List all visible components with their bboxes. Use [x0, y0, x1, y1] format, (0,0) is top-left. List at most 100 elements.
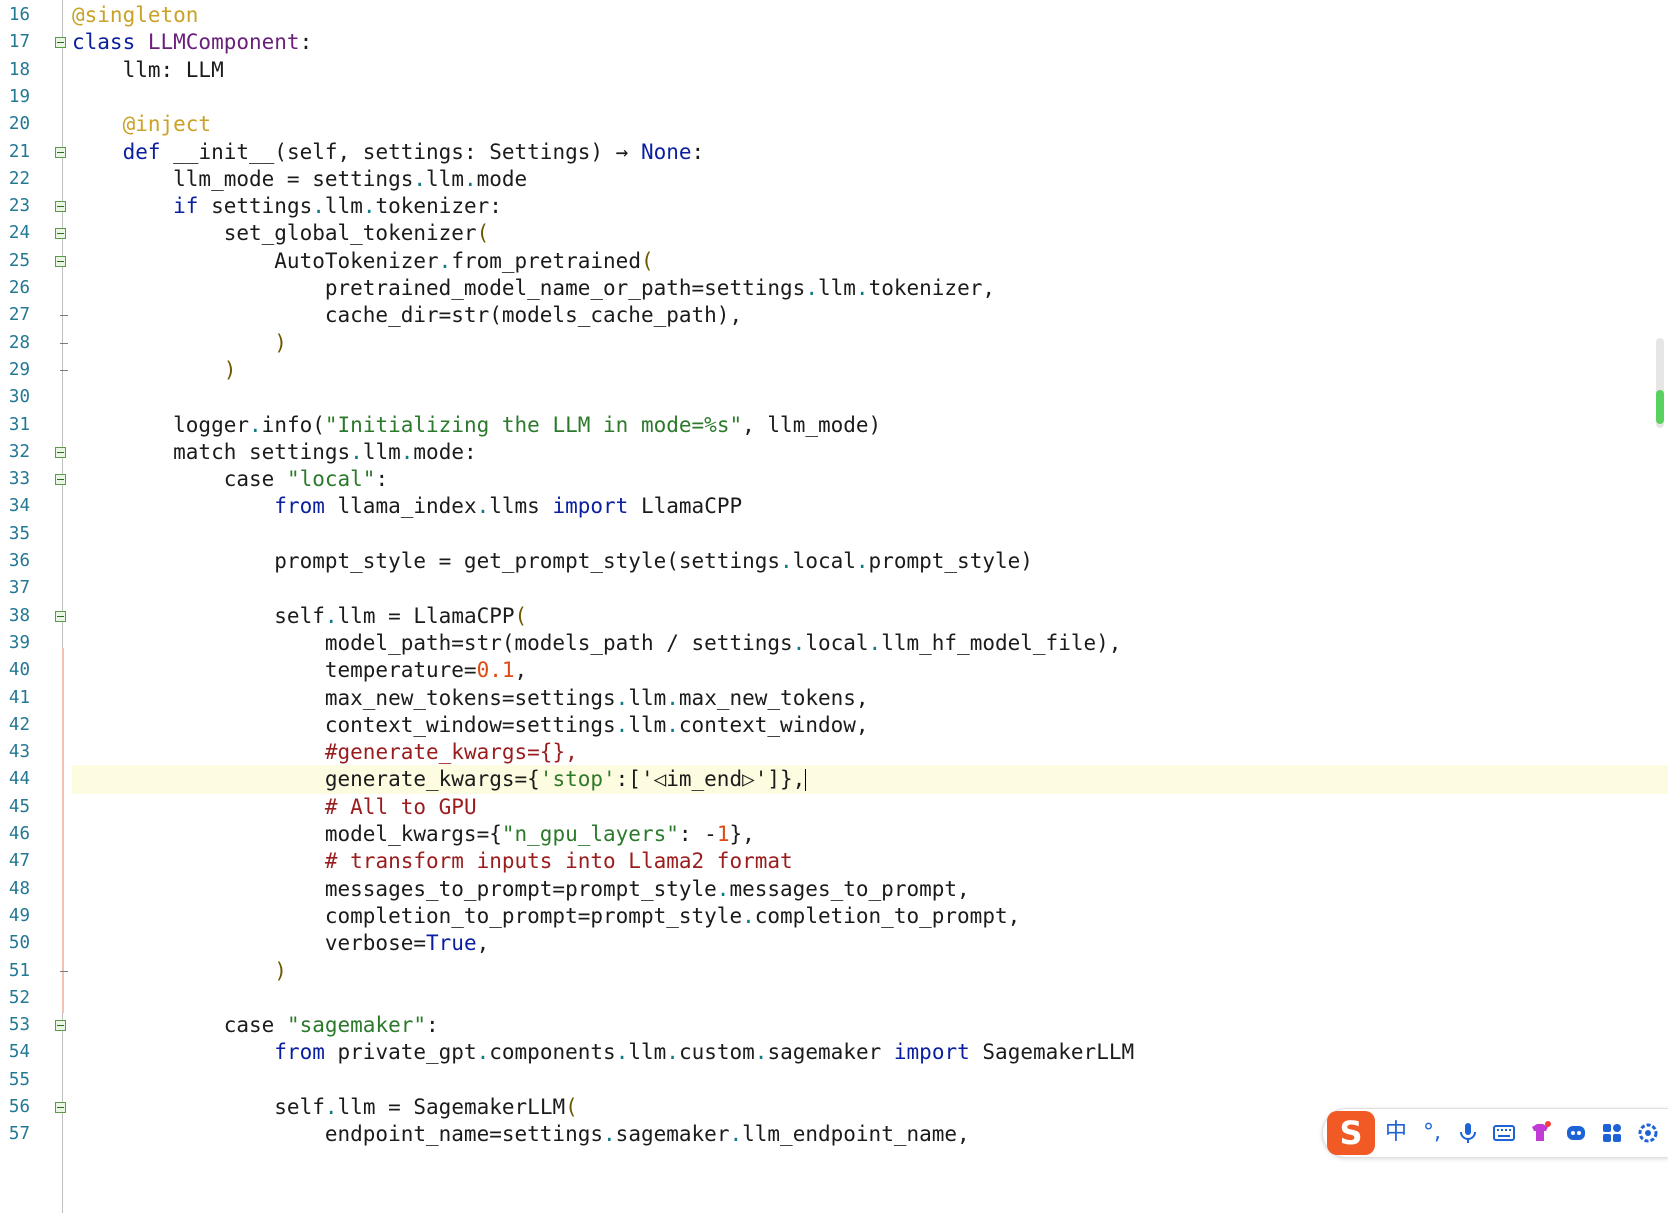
code-line[interactable]: 47 # transform inputs into Llama2 format	[0, 847, 1668, 876]
emoji-icon[interactable]	[1561, 1118, 1591, 1148]
code-line[interactable]: 21 def __init__(self, settings: Settings…	[0, 138, 1668, 167]
code-text[interactable]: @singleton	[72, 1, 1668, 30]
code-text[interactable]	[72, 83, 1668, 112]
code-text[interactable]: completion_to_prompt=prompt_style.comple…	[72, 902, 1668, 931]
code-editor[interactable]: 16 @singleton 17 class LLMComponent: 18 llm:…	[0, 0, 1668, 1213]
fold-collapse-icon[interactable]	[55, 1020, 66, 1032]
code-text[interactable]	[72, 520, 1668, 549]
code-text[interactable]	[72, 383, 1668, 412]
code-line[interactable]: 33 case "local":	[0, 465, 1668, 494]
scrollbar-thumb[interactable]	[1656, 390, 1664, 424]
code-line[interactable]: 43 #generate_kwargs={},	[0, 738, 1668, 767]
code-text[interactable]	[72, 574, 1668, 603]
code-line[interactable]: 53 case "sagemaker":	[0, 1011, 1668, 1040]
code-text[interactable]: messages_to_prompt=prompt_style.messages…	[72, 875, 1668, 904]
code-line[interactable]: 55	[0, 1066, 1668, 1095]
code-text[interactable]: set_global_tokenizer(	[72, 219, 1668, 248]
ime-logo[interactable]: S	[1327, 1111, 1375, 1155]
code-text[interactable]: cache_dir=str(models_cache_path),	[72, 301, 1668, 330]
fold-collapse-icon[interactable]	[55, 201, 66, 213]
code-line[interactable]: 26 pretrained_model_name_or_path=setting…	[0, 274, 1668, 303]
settings-icon[interactable]	[1633, 1118, 1663, 1148]
code-text[interactable]: class LLMComponent:	[72, 28, 1668, 57]
code-line[interactable]: 23 if settings.llm.tokenizer:	[0, 192, 1668, 221]
code-line[interactable]: 54 from private_gpt.components.llm.custo…	[0, 1038, 1668, 1067]
code-text[interactable]: # transform inputs into Llama2 format	[72, 847, 1668, 876]
code-line[interactable]: 24 set_global_tokenizer(	[0, 219, 1668, 248]
code-line[interactable]: 35	[0, 520, 1668, 549]
fold-collapse-icon[interactable]	[55, 255, 66, 267]
ime-punctuation-toggle[interactable]: °,	[1417, 1118, 1447, 1148]
code-line[interactable]: 39 model_path=str(models_path / settings…	[0, 629, 1668, 658]
code-line[interactable]: 42 context_window=settings.llm.context_w…	[0, 711, 1668, 740]
code-line[interactable]: 38 self.llm = LlamaCPP(	[0, 602, 1668, 631]
code-line[interactable]: 48 messages_to_prompt=prompt_style.messa…	[0, 875, 1668, 904]
code-text[interactable]: model_kwargs={"n_gpu_layers": -1},	[72, 820, 1668, 849]
code-line[interactable]: 25 AutoTokenizer.from_pretrained(	[0, 247, 1668, 276]
code-text[interactable]: def __init__(self, settings: Settings) →…	[72, 138, 1668, 167]
microphone-icon[interactable]	[1453, 1118, 1483, 1148]
code-text[interactable]: match settings.llm.mode:	[72, 438, 1668, 467]
code-line[interactable]: 27 cache_dir=str(models_cache_path),	[0, 301, 1668, 330]
skin-icon[interactable]	[1525, 1118, 1555, 1148]
code-text[interactable]: case "sagemaker":	[72, 1011, 1668, 1040]
code-text[interactable]	[72, 1066, 1668, 1095]
code-text[interactable]: from llama_index.llms import LlamaCPP	[72, 492, 1668, 521]
code-line[interactable]: 20 @inject	[0, 110, 1668, 139]
code-line[interactable]: 32 match settings.llm.mode:	[0, 438, 1668, 467]
keyboard-icon[interactable]	[1489, 1118, 1519, 1148]
code-text[interactable]: verbose=True,	[72, 929, 1668, 958]
code-text[interactable]: temperature=0.1,	[72, 656, 1668, 685]
code-line[interactable]: 50 verbose=True,	[0, 929, 1668, 958]
code-text[interactable]: from private_gpt.components.llm.custom.s…	[72, 1038, 1668, 1067]
fold-collapse-icon[interactable]	[55, 474, 66, 486]
code-line[interactable]: 19	[0, 83, 1668, 112]
code-text[interactable]: case "local":	[72, 465, 1668, 494]
code-line[interactable]: 46 model_kwargs={"n_gpu_layers": -1},	[0, 820, 1668, 849]
code-text[interactable]: pretrained_model_name_or_path=settings.l…	[72, 274, 1668, 303]
fold-collapse-icon[interactable]	[55, 1102, 66, 1113]
code-line[interactable]: 34 from llama_index.llms import LlamaCPP	[0, 492, 1668, 521]
code-line[interactable]: 29 )	[0, 356, 1668, 385]
apps-icon[interactable]	[1597, 1118, 1627, 1148]
fold-collapse-icon[interactable]	[55, 228, 66, 240]
code-text[interactable]: if settings.llm.tokenizer:	[72, 192, 1668, 221]
code-text[interactable]: context_window=settings.llm.context_wind…	[72, 711, 1668, 740]
code-text[interactable]: max_new_tokens=settings.llm.max_new_toke…	[72, 684, 1668, 713]
code-line[interactable]: 41 max_new_tokens=settings.llm.max_new_t…	[0, 684, 1668, 713]
code-line[interactable]: 49 completion_to_prompt=prompt_style.com…	[0, 902, 1668, 931]
code-line[interactable]: 31 logger.info("Initializing the LLM in …	[0, 411, 1668, 440]
code-line[interactable]: 52	[0, 984, 1668, 1013]
fold-collapse-icon[interactable]	[55, 146, 66, 158]
code-text[interactable]: llm_mode = settings.llm.mode	[72, 165, 1668, 194]
code-text[interactable]: prompt_style = get_prompt_style(settings…	[72, 547, 1668, 576]
code-line[interactable]: 40 temperature=0.1,	[0, 656, 1668, 685]
code-text[interactable]: )	[72, 356, 1668, 385]
code-line[interactable]: 16 @singleton	[0, 1, 1668, 30]
code-line[interactable]: 51 )	[0, 957, 1668, 986]
code-line[interactable]: 44 generate_kwargs={'stop':['◁im_end▷']}…	[0, 765, 1668, 795]
code-text[interactable]: logger.info("Initializing the LLM in mod…	[72, 411, 1668, 440]
code-text[interactable]: #generate_kwargs={},	[72, 738, 1668, 767]
code-line[interactable]: 28 )	[0, 329, 1668, 358]
code-line[interactable]: 22 llm_mode = settings.llm.mode	[0, 165, 1668, 194]
fold-collapse-icon[interactable]	[55, 610, 66, 622]
code-text[interactable]	[72, 984, 1668, 1013]
code-text[interactable]: model_path=str(models_path / settings.lo…	[72, 629, 1668, 658]
code-text[interactable]: )	[72, 329, 1668, 358]
code-text[interactable]: )	[72, 957, 1668, 986]
code-line[interactable]: 18 llm: LLM	[0, 56, 1668, 85]
code-text[interactable]: @inject	[72, 110, 1668, 139]
fold-collapse-icon[interactable]	[55, 37, 66, 49]
code-line[interactable]: 17 class LLMComponent:	[0, 28, 1668, 57]
code-text[interactable]: generate_kwargs={'stop':['◁im_end▷']},	[72, 765, 1668, 795]
ime-language-toggle[interactable]: 中	[1381, 1118, 1411, 1148]
code-text[interactable]: self.llm = LlamaCPP(	[72, 602, 1668, 631]
fold-collapse-icon[interactable]	[55, 446, 66, 458]
code-text[interactable]: AutoTokenizer.from_pretrained(	[72, 247, 1668, 276]
code-line[interactable]: 30	[0, 383, 1668, 412]
code-line[interactable]: 45 # All to GPU	[0, 793, 1668, 822]
code-text[interactable]: llm: LLM	[72, 56, 1668, 85]
code-line[interactable]: 37	[0, 574, 1668, 603]
code-line[interactable]: 36 prompt_style = get_prompt_style(setti…	[0, 547, 1668, 576]
